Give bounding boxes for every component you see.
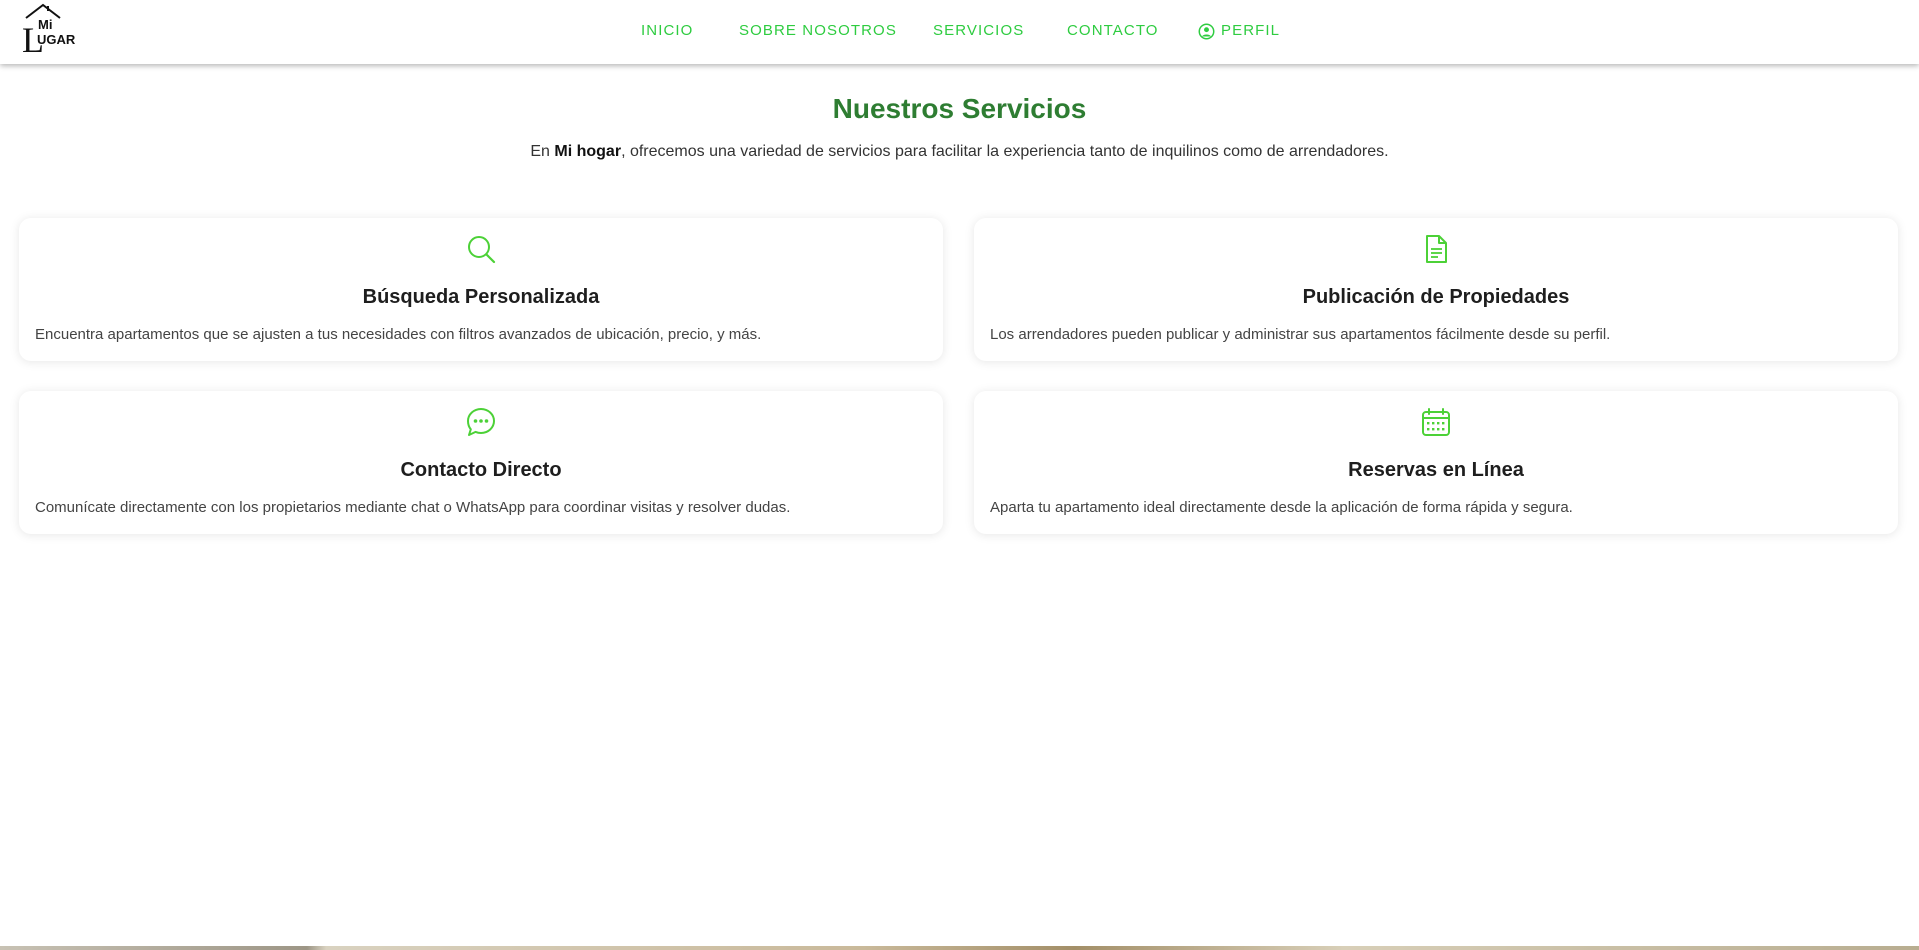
nav-inicio[interactable]: INICIO: [641, 22, 693, 40]
main-nav: INICIO SOBRE NOSOTROS SERVICIOS CONTACTO…: [0, 22, 1919, 42]
background-image-edge: [0, 946, 1919, 950]
card-title: Contacto Directo: [400, 459, 562, 481]
service-card-reservas: Reservas en Línea Aparta tu apartamento …: [974, 391, 1898, 534]
services-title: Nuestros Servicios: [832, 93, 1087, 124]
card-title: Reservas en Línea: [1348, 459, 1524, 481]
navbar: L Mi UGAR INICIO SOBRE NOSOTROS SERVICIO…: [0, 0, 1919, 64]
chat-icon: [19, 406, 943, 438]
intro-suffix: , ofrecemos una variedad de servicios pa…: [621, 143, 1389, 160]
nav-sobre-nosotros[interactable]: SOBRE NOSOTROS: [739, 22, 897, 40]
service-card-contacto: Contacto Directo Comunícate directamente…: [19, 391, 943, 534]
service-card-busqueda: Búsqueda Personalizada Encuentra apartam…: [19, 218, 943, 361]
card-description: Encuentra apartamentos que se ajusten a …: [35, 326, 762, 343]
user-circle-icon: [1198, 23, 1215, 40]
card-description: Los arrendadores pueden publicar y admin…: [990, 326, 1611, 343]
nav-contacto[interactable]: CONTACTO: [1067, 22, 1159, 40]
calendar-icon: [974, 406, 1898, 438]
card-description: Comunícate directamente con los propieta…: [35, 499, 791, 516]
document-icon: [974, 233, 1898, 265]
card-title: Búsqueda Personalizada: [362, 286, 600, 308]
nav-servicios[interactable]: SERVICIOS: [933, 22, 1024, 40]
intro-prefix: En: [530, 143, 555, 160]
card-description: Aparta tu apartamento ideal directamente…: [990, 499, 1573, 516]
services-intro: En Mi hogar, ofrecemos una variedad de s…: [0, 142, 1919, 162]
card-title: Publicación de Propiedades: [1302, 286, 1570, 308]
nav-perfil[interactable]: PERFIL: [1198, 22, 1280, 40]
search-icon: [19, 233, 943, 265]
intro-brand: Mi hogar: [554, 143, 622, 160]
nav-perfil-label: PERFIL: [1221, 22, 1281, 39]
service-card-publicacion: Publicación de Propiedades Los arrendado…: [974, 218, 1898, 361]
